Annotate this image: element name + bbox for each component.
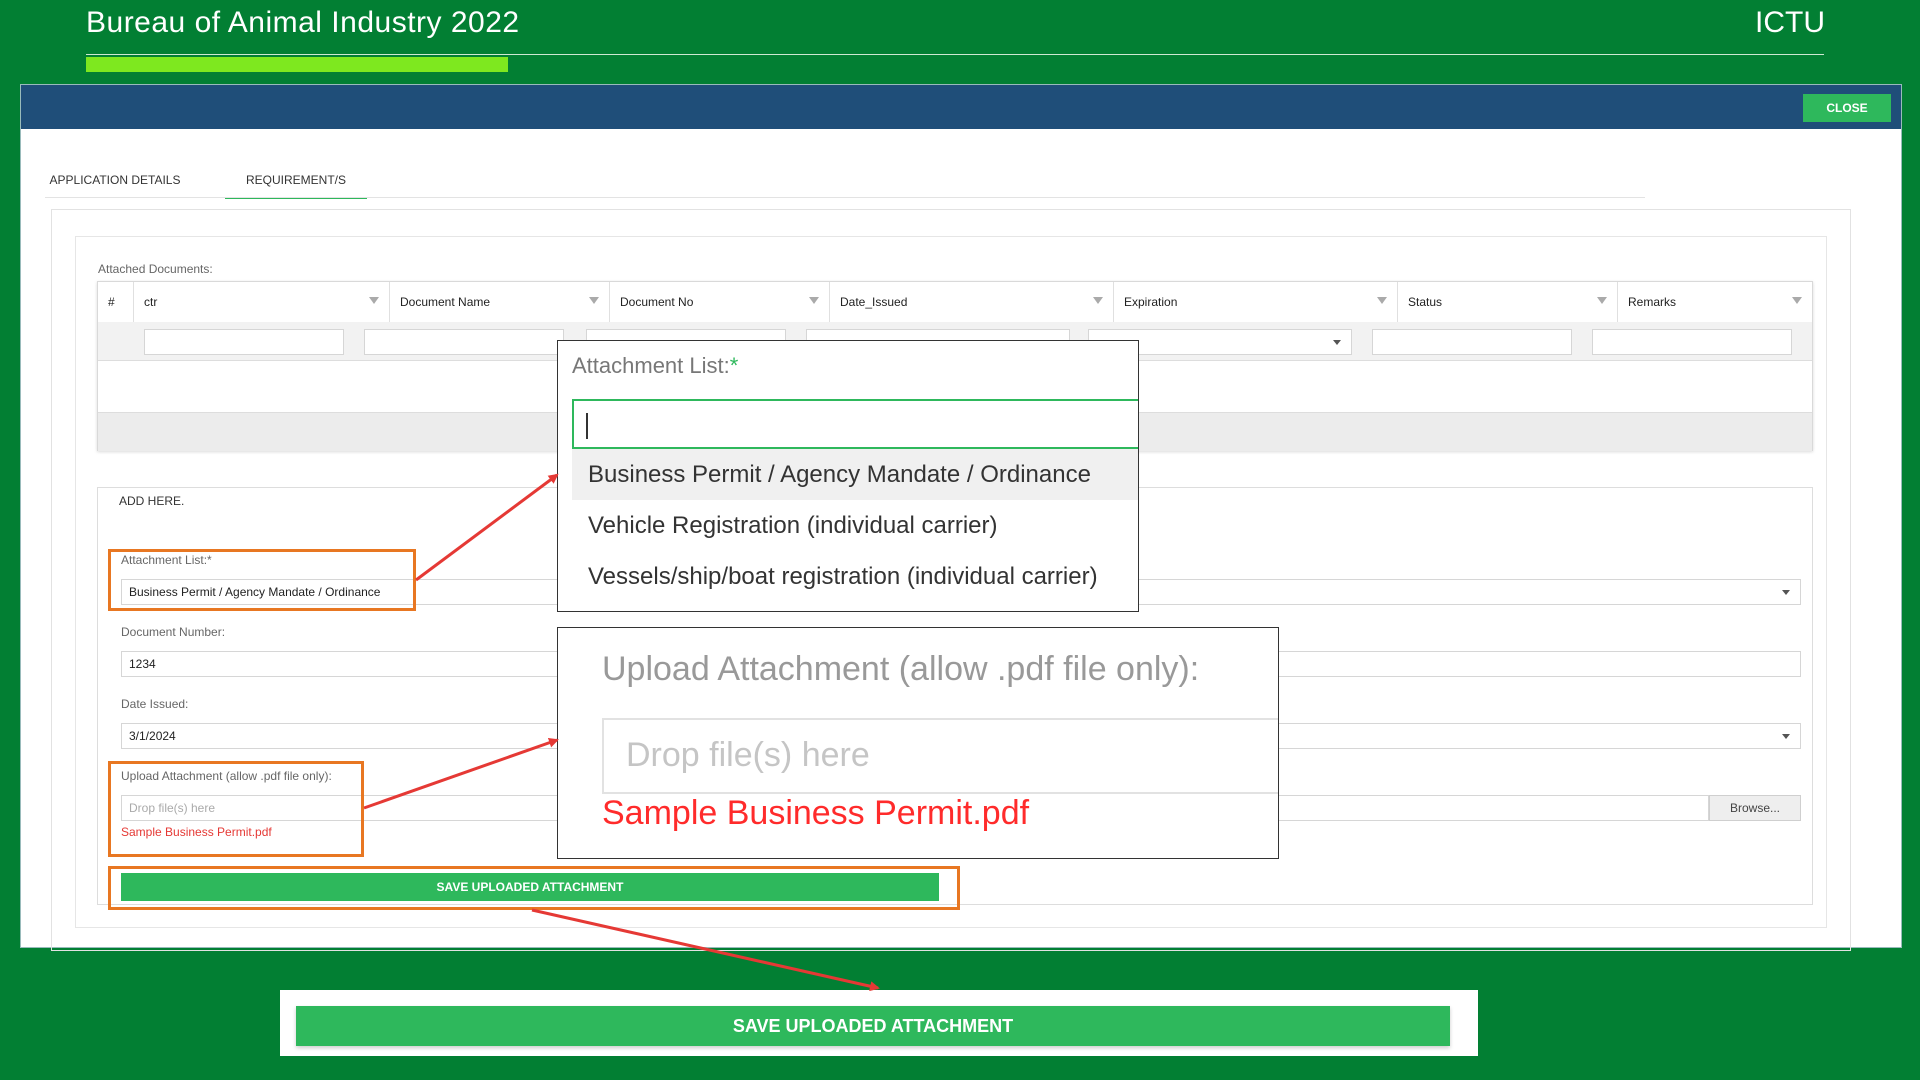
arrow-to-save-zoom	[531, 908, 880, 992]
arrow-to-upload-zoom	[363, 737, 559, 810]
annotation-arrows	[363, 473, 880, 992]
arrow-to-dropdown-zoom	[415, 473, 559, 582]
